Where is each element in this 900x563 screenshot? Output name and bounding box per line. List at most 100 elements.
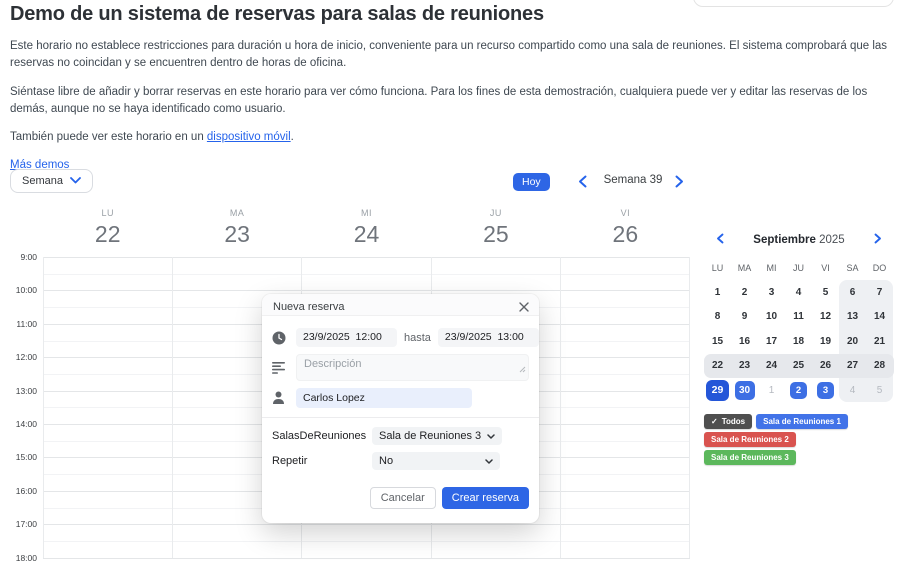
legend-pill-label: Sala de Reuniones 2 xyxy=(711,435,789,444)
chevron-down-icon xyxy=(70,175,81,187)
mini-calendar: Septiembre 2025 LU MA MI JU VI SA DO 123456789… xyxy=(704,228,894,403)
next-week-button[interactable] xyxy=(675,175,684,193)
day-column[interactable] xyxy=(43,257,172,558)
legend-pill[interactable]: Sala de Reuniones 3 xyxy=(704,450,796,465)
day-header[interactable]: VI 26 xyxy=(561,200,690,257)
day-name-label: MI xyxy=(361,208,373,218)
start-datetime-input[interactable] xyxy=(296,328,397,347)
mini-day-number: 18 xyxy=(792,335,805,347)
mini-day-cell[interactable]: 1 xyxy=(758,378,785,403)
modal-header: Nueva reserva xyxy=(262,294,539,316)
mini-day-cell[interactable]: 1 xyxy=(704,280,731,305)
mini-week-row: 29 30 1 2 3 4 5 xyxy=(704,378,894,403)
mini-day-cell[interactable]: 12 xyxy=(812,305,839,330)
legend-pill-label: Sala de Reuniones 1 xyxy=(763,417,841,426)
mini-day-cell[interactable]: 15 xyxy=(704,329,731,354)
time-label: 11:00 xyxy=(16,318,37,329)
mini-day-number: 25 xyxy=(792,360,805,372)
mini-day-cell[interactable]: 9 xyxy=(731,305,758,330)
mini-day-cell[interactable]: 20 xyxy=(839,329,866,354)
mini-day-cell[interactable]: 25 xyxy=(785,354,812,379)
legend-row: Sala de Reuniones 2 xyxy=(704,432,894,447)
mini-day-cell[interactable]: 2 xyxy=(731,280,758,305)
mini-day-cell[interactable]: 6 xyxy=(839,280,866,305)
repeat-select[interactable]: No xyxy=(372,452,500,470)
day-header[interactable]: MA 23 xyxy=(172,200,301,257)
mini-day-header: JU xyxy=(793,263,804,273)
mini-day-cell[interactable]: 28 xyxy=(866,354,893,379)
mini-day-cell[interactable]: 11 xyxy=(785,305,812,330)
time-label: 14:00 xyxy=(15,419,37,429)
mini-day-number: 17 xyxy=(765,335,778,347)
mini-day-cell[interactable]: 17 xyxy=(758,329,785,354)
mini-calendar-nav: Septiembre 2025 xyxy=(704,228,894,252)
mini-day-number: 26 xyxy=(819,360,832,372)
prev-week-button[interactable] xyxy=(578,175,587,193)
mini-day-cell[interactable]: 8 xyxy=(704,305,731,330)
resource-select[interactable]: Sala de Reuniones 3 xyxy=(372,427,503,445)
mini-day-number: 1 xyxy=(714,286,721,298)
mobile-link[interactable]: dispositivo móvil xyxy=(207,131,291,143)
mini-day-cell[interactable]: 27 xyxy=(839,354,866,379)
time-label: 17:00 xyxy=(15,519,37,530)
person-icon xyxy=(272,391,296,405)
mini-day-cell[interactable]: 24 xyxy=(758,354,785,379)
mini-day-cell[interactable]: 30 xyxy=(731,378,758,403)
cancel-button[interactable]: Cancelar xyxy=(369,487,436,509)
day-header[interactable]: MI 24 xyxy=(302,200,431,257)
mini-day-number: 3 xyxy=(768,286,775,298)
mini-day-cell[interactable]: 3 xyxy=(758,280,785,305)
mini-day-header: LU xyxy=(711,263,724,273)
mini-day-cell[interactable]: 19 xyxy=(812,329,839,354)
mini-day-cell[interactable]: 5 xyxy=(866,378,893,403)
mini-day-cell[interactable]: 21 xyxy=(866,329,893,354)
chevron-left-icon xyxy=(578,175,587,192)
legend-pill[interactable]: Sala de Reuniones 2 xyxy=(704,432,796,447)
mini-day-cell[interactable]: 16 xyxy=(731,329,758,354)
day-name-label: JU xyxy=(489,208,502,218)
mini-day-cell[interactable]: 4 xyxy=(839,378,866,403)
description-textarea[interactable] xyxy=(296,354,529,381)
mini-week-row: 22 23 24 25 26 27 28 xyxy=(704,353,894,379)
mini-day-booked: 3 xyxy=(817,381,834,399)
mini-day-cell[interactable]: 18 xyxy=(785,329,812,354)
mini-day-cell[interactable]: 4 xyxy=(785,280,812,305)
mini-day-cell[interactable]: 5 xyxy=(812,280,839,305)
create-booking-button[interactable]: Crear reserva xyxy=(441,487,529,509)
page-title: Demo de un sistema de reservas para sala… xyxy=(10,3,544,25)
description-icon xyxy=(272,361,296,374)
day-column[interactable] xyxy=(559,257,691,558)
time-label: 13:00 xyxy=(15,385,37,396)
mini-day-cell[interactable]: 29 xyxy=(704,378,731,403)
legend-pill[interactable]: Sala de Reuniones 1 xyxy=(756,414,848,429)
mini-day-cell[interactable]: 2 xyxy=(785,378,812,403)
view-select-button[interactable]: Semana xyxy=(10,169,93,193)
legend-pill[interactable]: ✓ Todos xyxy=(704,414,753,429)
mini-day-cell[interactable]: 22 xyxy=(704,354,731,379)
mini-day-header: MI xyxy=(766,263,777,273)
mini-day-cell[interactable]: 7 xyxy=(866,280,893,305)
mini-day-cell[interactable]: 3 xyxy=(812,378,839,403)
day-header[interactable]: LU 22 xyxy=(43,200,172,257)
end-datetime-input[interactable] xyxy=(437,328,539,347)
mini-day-cell[interactable]: 10 xyxy=(758,305,785,330)
time-label: 10:00 xyxy=(15,285,37,296)
mini-day-number: 4 xyxy=(795,286,802,298)
mini-day-cell[interactable]: 13 xyxy=(839,305,866,330)
mini-day-number: 27 xyxy=(846,360,859,372)
mini-day-cell[interactable]: 26 xyxy=(812,354,839,379)
mini-day-cell[interactable]: 14 xyxy=(866,305,893,330)
next-month-button[interactable] xyxy=(874,231,882,249)
mini-day-header: MA xyxy=(737,263,752,273)
mini-day-muted: 4 xyxy=(849,384,856,396)
prev-month-button[interactable] xyxy=(716,231,724,249)
day-header[interactable]: JU 25 xyxy=(431,200,560,257)
intro-paragraph: Siéntase libre de añadir y borrar reserv… xyxy=(10,85,868,115)
person-input[interactable] xyxy=(296,388,472,408)
mini-day-number: 24 xyxy=(765,360,778,372)
mini-day-number: 8 xyxy=(714,311,721,323)
mini-week-row: 15 16 17 18 19 20 21 xyxy=(704,329,894,354)
mini-day-cell[interactable]: 23 xyxy=(731,354,758,379)
close-icon[interactable] xyxy=(519,302,529,312)
today-button[interactable]: Hoy xyxy=(513,173,550,191)
